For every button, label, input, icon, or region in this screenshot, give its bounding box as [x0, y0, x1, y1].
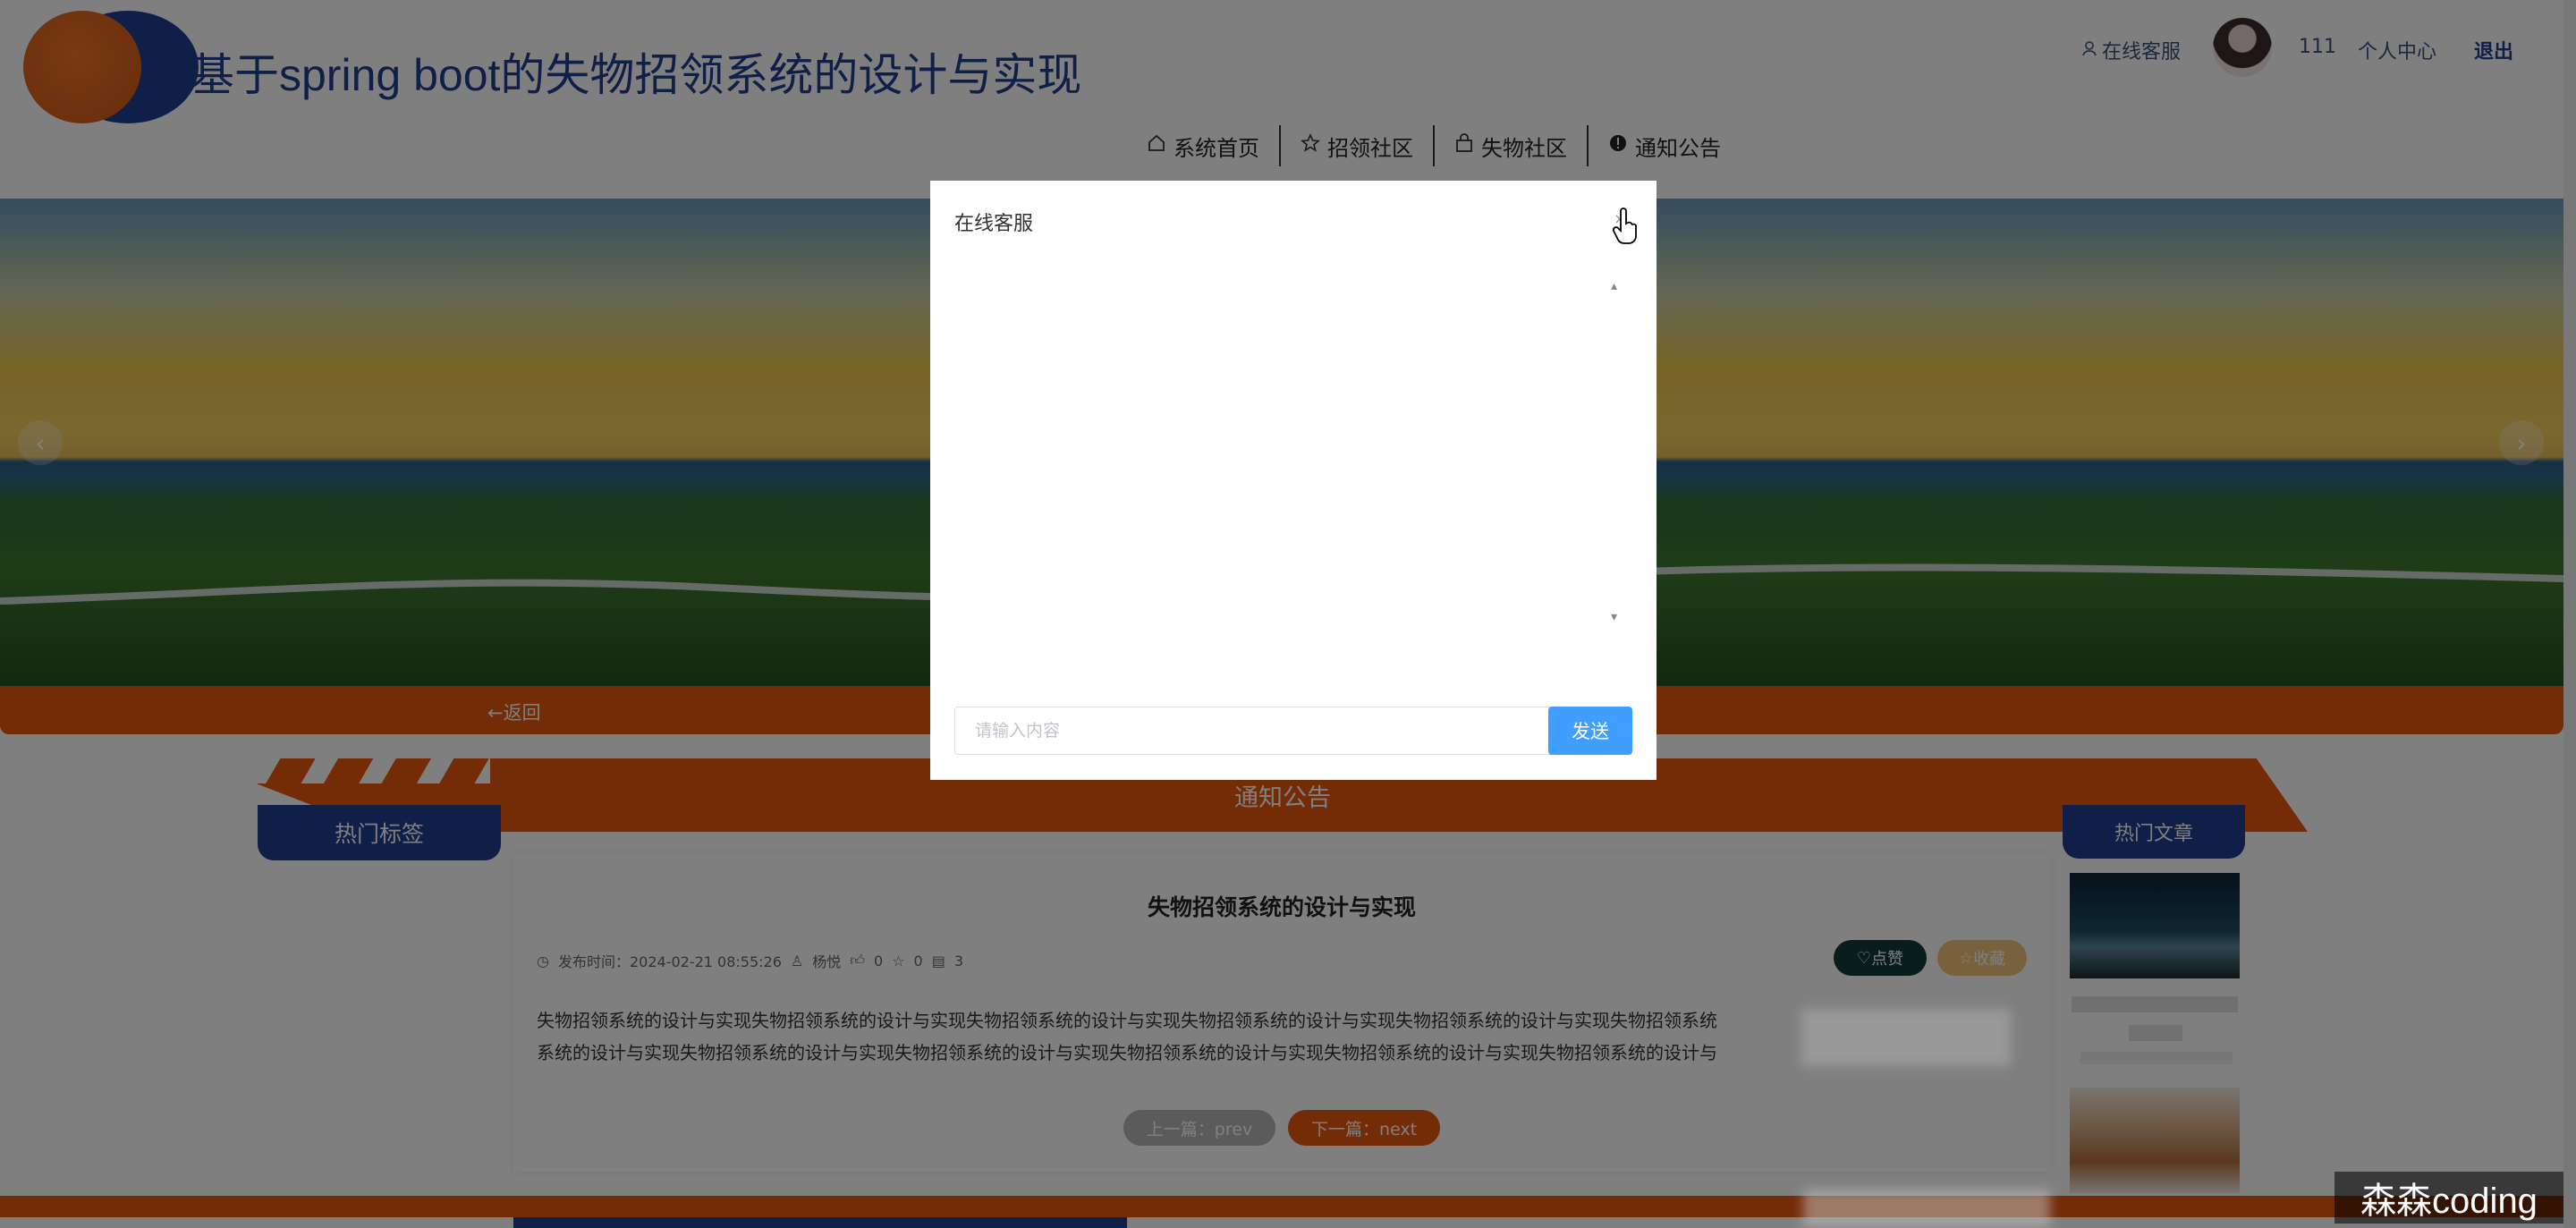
online-service-dialog: 在线客服 × ▴ ▾ 发送	[930, 181, 1657, 780]
send-button[interactable]: 发送	[1548, 707, 1632, 755]
blurred-region	[1803, 1190, 2050, 1228]
scroll-down-arrow-icon[interactable]: ▾	[1611, 610, 1617, 624]
blurred-region	[1801, 1009, 2011, 1066]
scroll-up-arrow-icon[interactable]: ▴	[1611, 279, 1617, 293]
dialog-title: 在线客服	[954, 213, 1034, 235]
chat-messages-area[interactable]	[954, 279, 1631, 631]
watermark: 森森coding	[2334, 1172, 2563, 1224]
chat-message-input[interactable]	[954, 707, 1570, 755]
hand-cursor-icon	[1612, 207, 1637, 244]
